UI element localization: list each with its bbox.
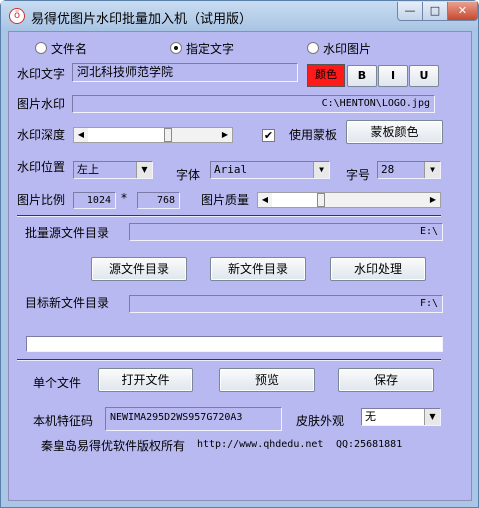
ratio-label: 图片比例 — [17, 193, 66, 207]
quality-slider[interactable]: ◀ ▶ — [257, 192, 441, 208]
skin-dropdown-icon[interactable]: ▼ — [424, 409, 440, 425]
underline-button[interactable]: U — [409, 65, 439, 87]
watermark-text-label: 水印文字 — [17, 67, 66, 81]
position-value: 左上 — [77, 163, 99, 176]
machine-code-label: 本机特征码 — [33, 414, 94, 428]
ratio-height-input[interactable]: 768 — [137, 192, 180, 209]
open-file-button[interactable]: 打开文件 — [98, 368, 193, 392]
position-select[interactable]: 左上 ▼ — [73, 161, 153, 179]
source-dir-label: 批量源文件目录 — [25, 226, 110, 240]
font-value: Arial — [214, 163, 248, 176]
quality-fill — [272, 193, 317, 207]
ratio-separator: * — [121, 191, 127, 205]
depth-label: 水印深度 — [17, 128, 66, 142]
new-dir-button[interactable]: 新文件目录 — [210, 257, 306, 281]
close-button[interactable]: ✕ — [447, 2, 478, 21]
quality-scroll-left-icon[interactable]: ◀ — [258, 193, 272, 207]
skin-select[interactable]: 无 ▼ — [361, 408, 441, 426]
target-dir-path[interactable]: F:\ — [129, 295, 443, 313]
bold-button[interactable]: B — [347, 65, 377, 87]
client-area: 文件名 指定文字 水印图片 水印文字 河北科技师范学院 颜色 B I U 图片水… — [8, 31, 472, 501]
font-dropdown-icon[interactable]: ▼ — [313, 162, 329, 178]
ratio-width-input[interactable]: 1024 — [73, 192, 116, 209]
separator-2 — [17, 359, 441, 361]
main-window: ö 易得优图片水印批量加入机（试用版） — □ ✕ 文件名 指定文字 水印图片 … — [0, 0, 479, 508]
image-watermark-path[interactable]: C:\HENTON\LOGO.jpg — [72, 95, 435, 113]
radio-filename[interactable] — [35, 42, 47, 54]
source-dir-button[interactable]: 源文件目录 — [91, 257, 187, 281]
progress-bar — [26, 336, 443, 352]
radio-custom-text-label[interactable]: 指定文字 — [186, 40, 234, 57]
separator-1 — [17, 215, 441, 217]
depth-scroll-right-icon[interactable]: ▶ — [218, 128, 232, 142]
image-watermark-label: 图片水印 — [17, 97, 66, 111]
mask-checkbox-label[interactable]: 使用蒙板 — [289, 126, 337, 143]
source-dir-path[interactable]: E:\ — [129, 223, 443, 241]
depth-scroll-left-icon[interactable]: ◀ — [74, 128, 88, 142]
font-size-select[interactable]: 28 ▼ — [377, 161, 441, 179]
depth-fill — [88, 128, 171, 142]
watermark-text-input[interactable]: 河北科技师范学院 — [72, 63, 298, 82]
save-button[interactable]: 保存 — [338, 368, 434, 392]
italic-button[interactable]: I — [378, 65, 408, 87]
font-size-value: 28 — [381, 163, 395, 176]
mask-checkbox[interactable]: ✔ — [262, 129, 275, 142]
window-title: 易得优图片水印批量加入机（试用版） — [31, 12, 253, 27]
website-link[interactable]: http://www.qhdedu.net — [197, 439, 323, 450]
quality-scroll-right-icon[interactable]: ▶ — [426, 193, 440, 207]
depth-slider[interactable]: ◀ ▶ — [73, 127, 233, 143]
app-icon: ö — [9, 8, 25, 24]
radio-filename-label[interactable]: 文件名 — [51, 40, 87, 57]
skin-label: 皮肤外观 — [296, 414, 345, 428]
target-dir-label: 目标新文件目录 — [25, 296, 110, 310]
watermark-process-button[interactable]: 水印处理 — [330, 257, 426, 281]
machine-code-value: NEWIMA295D2WS957G720A3 — [105, 407, 282, 431]
mask-color-button[interactable]: 蒙板颜色 — [346, 120, 443, 144]
skin-value: 无 — [365, 410, 376, 423]
single-file-label: 单个文件 — [33, 376, 82, 390]
copyright-text: 秦皇岛易得优软件版权所有 — [41, 439, 186, 453]
depth-thumb[interactable] — [164, 128, 172, 142]
font-select[interactable]: Arial ▼ — [210, 161, 330, 179]
quality-thumb[interactable] — [317, 193, 325, 207]
minimize-button[interactable]: — — [397, 2, 423, 21]
maximize-button[interactable]: □ — [422, 2, 448, 21]
font-size-label: 字号 — [346, 168, 371, 182]
quality-label: 图片质量 — [201, 193, 250, 207]
qq-number: QQ:25681881 — [336, 439, 403, 450]
font-size-dropdown-icon[interactable]: ▼ — [424, 162, 440, 178]
font-label: 字体 — [176, 168, 201, 182]
position-label: 水印位置 — [17, 160, 66, 174]
radio-watermark-image-label[interactable]: 水印图片 — [323, 40, 371, 57]
title-bar[interactable]: ö 易得优图片水印批量加入机（试用版） — □ ✕ — [1, 1, 478, 31]
radio-watermark-image[interactable] — [307, 42, 319, 54]
preview-button[interactable]: 预览 — [219, 368, 315, 392]
position-dropdown-icon[interactable]: ▼ — [136, 162, 152, 178]
radio-custom-text[interactable] — [170, 42, 182, 54]
color-button[interactable]: 颜色 — [307, 64, 345, 87]
